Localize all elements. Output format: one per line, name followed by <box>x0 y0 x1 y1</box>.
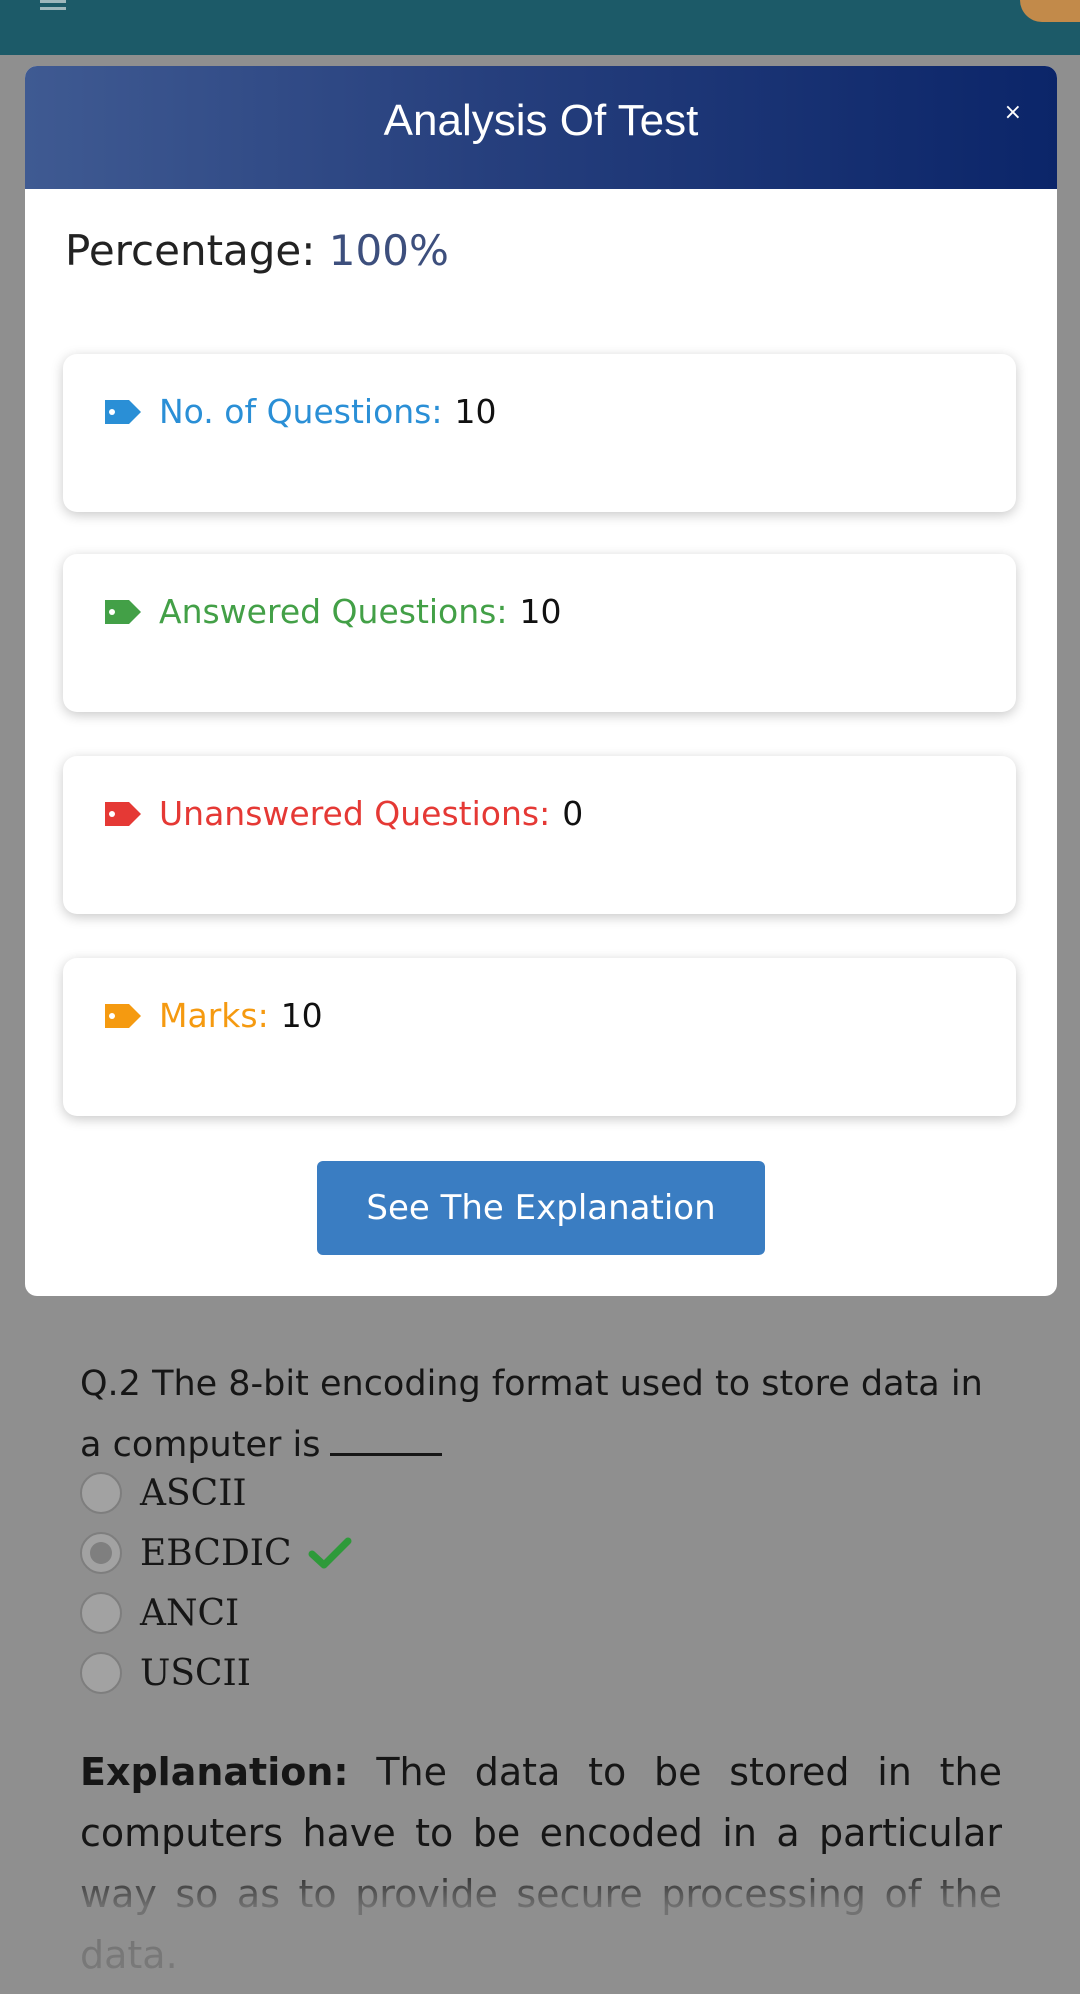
stat-label: Marks: <box>159 996 269 1035</box>
stat-label: Answered Questions: <box>159 592 508 631</box>
option-uscii[interactable]: USCII <box>80 1652 251 1694</box>
option-ebcdic[interactable]: EBCDIC <box>80 1532 352 1574</box>
percentage-text: Percentage: 100% <box>65 226 449 275</box>
option-label: USCII <box>140 1652 251 1694</box>
option-anci[interactable]: ANCI <box>80 1592 239 1634</box>
question-text: Q.2 The 8-bit encoding format used to st… <box>80 1355 1010 1474</box>
tag-icon <box>105 1003 141 1028</box>
question-label: Q.2 The 8-bit encoding format used to st… <box>80 1364 983 1465</box>
stat-card-answered: Answered Questions: 10 <box>63 554 1016 712</box>
radio-button[interactable] <box>80 1592 122 1634</box>
stat-label: Unanswered Questions: <box>159 794 551 833</box>
menu-icon[interactable] <box>40 0 66 14</box>
modal-header: Analysis Of Test × <box>25 66 1057 189</box>
scroll-fade <box>0 1860 1080 1994</box>
checkmark-icon <box>308 1537 352 1569</box>
stat-value: 10 <box>519 592 562 631</box>
analysis-modal: Analysis Of Test × Percentage: 100% No. … <box>25 66 1057 1296</box>
stat-label: No. of Questions: <box>159 392 443 431</box>
profile-icon[interactable] <box>1020 0 1080 22</box>
tag-icon <box>105 599 141 624</box>
stat-card-questions: No. of Questions: 10 <box>63 354 1016 512</box>
see-explanation-button[interactable]: See The Explanation <box>317 1161 765 1255</box>
explanation-label: Explanation: <box>80 1750 349 1794</box>
percentage-label: Percentage: <box>65 226 316 275</box>
app-top-bar <box>0 0 1080 55</box>
percentage-value: 100% <box>328 226 449 275</box>
tag-icon <box>105 399 141 424</box>
radio-button[interactable] <box>80 1472 122 1514</box>
answer-blank <box>330 1413 443 1456</box>
stat-value: 10 <box>280 996 323 1035</box>
stat-card-marks: Marks: 10 <box>63 958 1016 1116</box>
option-label: EBCDIC <box>140 1532 292 1574</box>
stat-value: 10 <box>454 392 497 431</box>
option-label: ANCI <box>140 1592 240 1634</box>
radio-button-selected[interactable] <box>80 1532 122 1574</box>
radio-button[interactable] <box>80 1652 122 1694</box>
modal-title: Analysis Of Test <box>383 96 699 145</box>
close-button[interactable]: × <box>1004 100 1022 125</box>
stat-value: 0 <box>562 794 584 833</box>
option-ascii[interactable]: ASCII <box>80 1472 247 1514</box>
tag-icon <box>105 801 141 826</box>
stat-card-unanswered: Unanswered Questions: 0 <box>63 756 1016 914</box>
option-label: ASCII <box>140 1472 247 1514</box>
